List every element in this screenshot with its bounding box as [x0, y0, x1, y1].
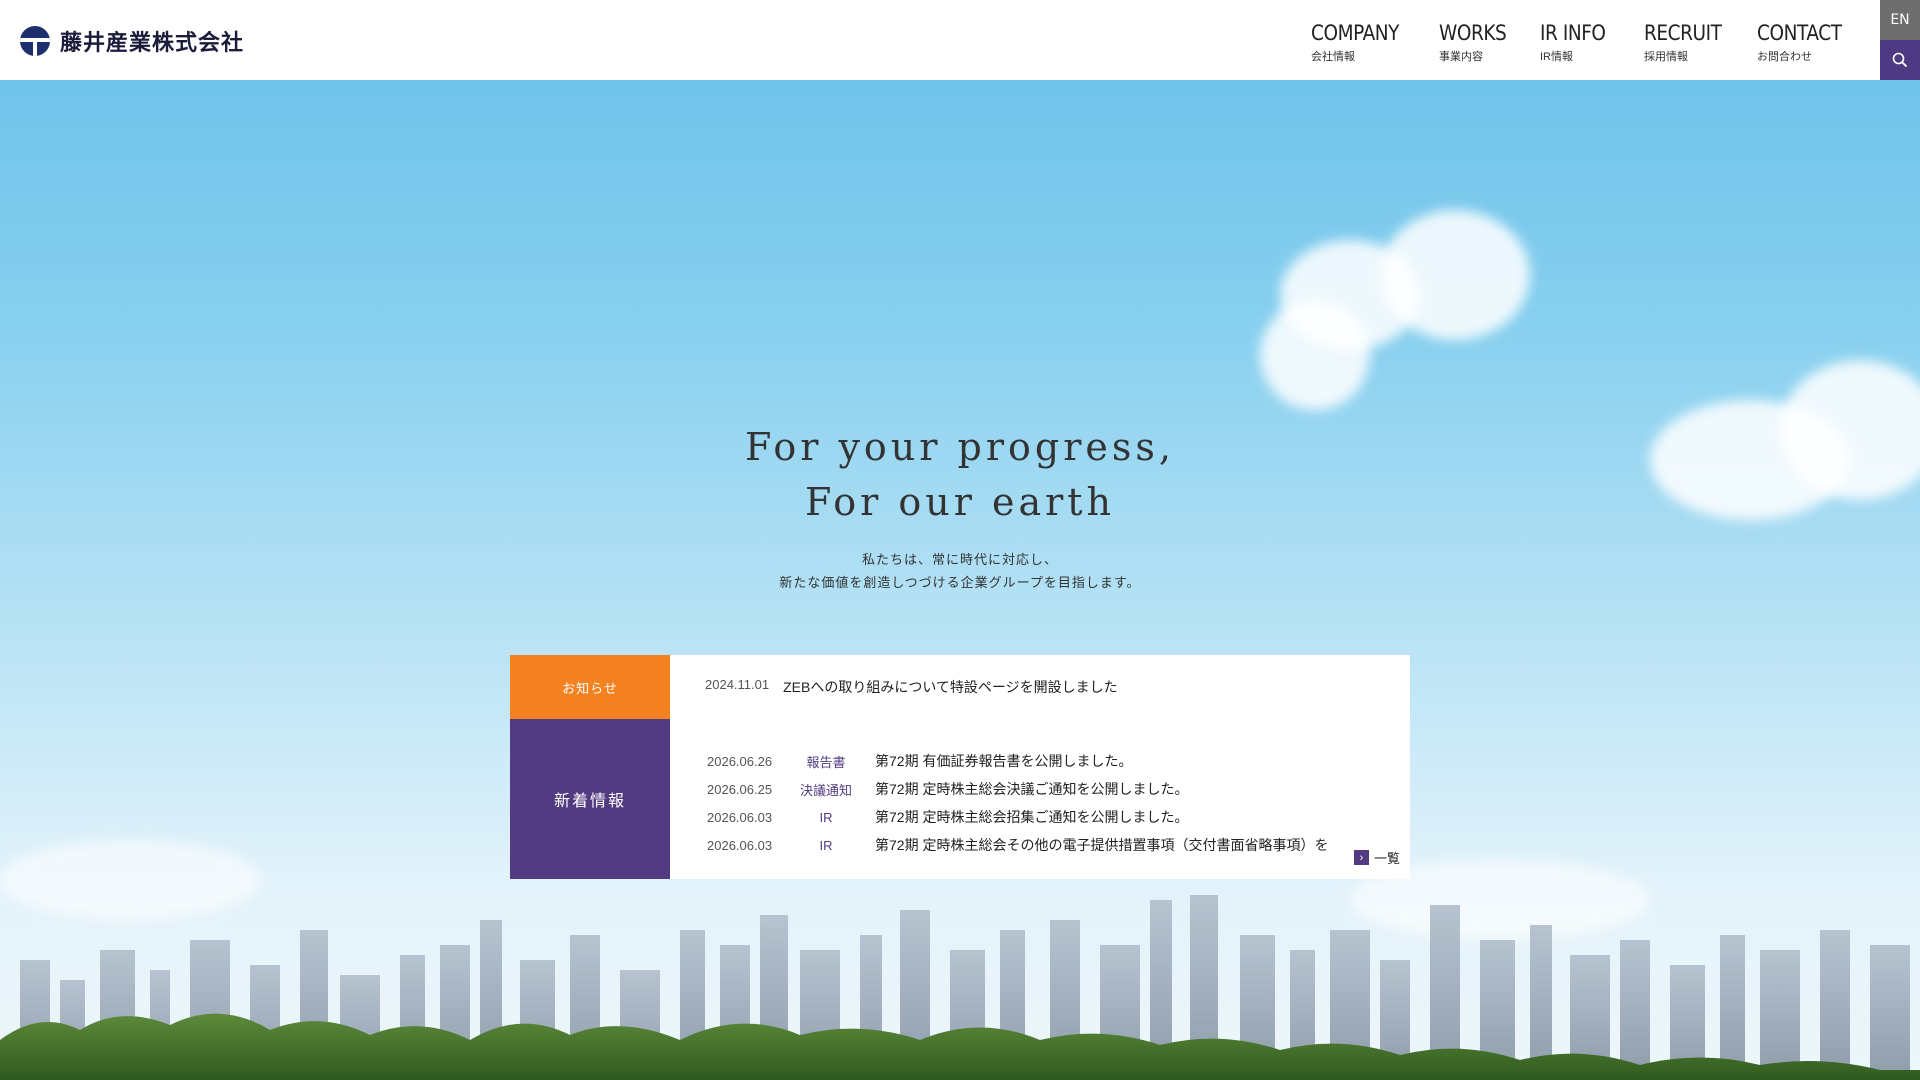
- nav-company-ja: 会社情報: [1311, 51, 1355, 63]
- news-list-more-link[interactable]: › 一覧: [1353, 848, 1400, 867]
- latest-news-list: 2026.06.26 報告書 第72期 有価証券報告書を公開しました。 2026…: [707, 747, 1335, 859]
- news-date: 2026.06.03: [707, 809, 773, 825]
- company-logo[interactable]: 藤井産業株式会社: [20, 26, 245, 56]
- site-header: 藤井産業株式会社 COMPANY 会社情報 WORKS 事業内容 IR INFO…: [0, 0, 1920, 80]
- nav-contact-en: CONTACT: [1757, 21, 1842, 45]
- news-category: 報告書: [806, 754, 846, 770]
- news-title: 第72期 定時株主総会その他の電子提供措置事項（交付書面省略事項）を: [875, 837, 1329, 853]
- news-date: 2026.06.03: [707, 837, 773, 853]
- news-category: IR: [819, 837, 833, 853]
- tagline-line-2: For our earth: [804, 480, 1116, 524]
- more-label: 一覧: [1373, 851, 1400, 866]
- language-en-button[interactable]: EN: [1880, 0, 1920, 40]
- hero-section: For your progress, For our earth 私たちは、常に…: [0, 80, 1920, 1080]
- logo-mark-icon: [20, 26, 50, 56]
- company-name: 藤井産業株式会社: [60, 31, 245, 56]
- news-title: 第72期 有価証券報告書を公開しました。: [875, 753, 1133, 769]
- news-title: 第72期 定時株主総会招集ご通知を公開しました。: [875, 809, 1189, 825]
- nav-works-en: WORKS: [1439, 21, 1507, 45]
- nav-works-ja: 事業内容: [1439, 51, 1483, 63]
- nav-recruit[interactable]: RECRUIT 採用情報: [1644, 20, 1732, 64]
- cloud-shape: [1380, 210, 1530, 340]
- news-panel: お知らせ 新着情報 2024.11.01 ZEBへの取り組みについて特設ページを…: [510, 655, 1410, 879]
- tagline-sub-line-1: 私たちは、常に時代に対応し、: [861, 552, 1058, 567]
- notice-item[interactable]: 2024.11.01 ZEBへの取り組みについて特設ページを開設しました: [705, 677, 1118, 697]
- nav-recruit-en: RECRUIT: [1644, 21, 1722, 45]
- search-button[interactable]: [1880, 40, 1920, 80]
- tagline-sub-line-2: 新たな価値を創造しつづける企業グループを目指します。: [779, 575, 1141, 590]
- notice-title: ZEBへの取り組みについて特設ページを開設しました: [783, 679, 1118, 695]
- nav-recruit-ja: 採用情報: [1644, 51, 1688, 63]
- latest-news-label: 新着情報: [510, 719, 670, 879]
- tagline-line-1: For your progress,: [745, 425, 1175, 469]
- hero-tagline: For your progress, For our earth 私たちは、常に…: [0, 420, 1920, 594]
- notice-date: 2024.11.01: [705, 677, 770, 692]
- search-icon: [1892, 52, 1908, 68]
- nav-works[interactable]: WORKS 事業内容: [1439, 20, 1516, 64]
- nav-company-en: COMPANY: [1311, 21, 1400, 45]
- notice-label: お知らせ: [510, 655, 670, 719]
- news-title: 第72期 定時株主総会決議ご通知を公開しました。: [875, 781, 1189, 797]
- news-item[interactable]: 2026.06.26 報告書 第72期 有価証券報告書を公開しました。: [707, 747, 1335, 775]
- news-category: IR: [819, 809, 833, 825]
- news-date: 2026.06.25: [707, 781, 773, 797]
- news-category: 決議通知: [799, 782, 852, 798]
- nav-ir-info[interactable]: IR INFO IR情報: [1540, 20, 1614, 64]
- news-item[interactable]: 2026.06.03 IR 第72期 定時株主総会招集ご通知を公開しました。: [707, 803, 1335, 831]
- news-date: 2026.06.26: [707, 753, 773, 769]
- news-item[interactable]: 2026.06.03 IR 第72期 定時株主総会その他の電子提供措置事項（交付…: [707, 831, 1335, 859]
- chevron-right-icon: ›: [1353, 850, 1369, 865]
- news-item[interactable]: 2026.06.25 決議通知 第72期 定時株主総会決議ご通知を公開しました。: [707, 775, 1335, 803]
- nav-company[interactable]: COMPANY 会社情報: [1311, 20, 1411, 64]
- nav-ir-info-en: IR INFO: [1540, 21, 1606, 45]
- nav-ir-info-ja: IR情報: [1540, 51, 1573, 63]
- tagline-sub: 私たちは、常に時代に対応し、 新たな価値を創造しつづける企業グループを目指します…: [0, 548, 1920, 594]
- nav-contact[interactable]: CONTACT お問合わせ: [1757, 20, 1853, 64]
- city-skyline-image: [0, 895, 1920, 1080]
- nav-contact-ja: お問合わせ: [1757, 51, 1812, 63]
- cloud-shape: [1260, 300, 1370, 410]
